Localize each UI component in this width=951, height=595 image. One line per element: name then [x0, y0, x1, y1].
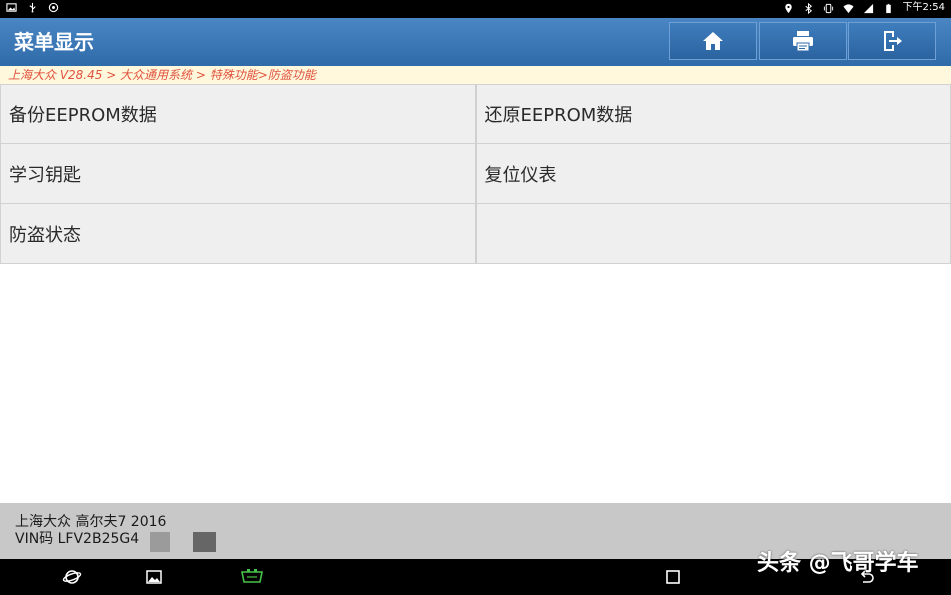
- home-button[interactable]: [669, 22, 757, 60]
- exit-icon: [884, 31, 902, 51]
- vehicle-vin: VIN码 LFV2B25G4: [15, 531, 140, 547]
- vehicle-model: 上海大众 高尔夫7 2016: [15, 514, 167, 530]
- printer-icon: [793, 31, 813, 52]
- watermark: 头条 @飞哥学车: [757, 551, 919, 576]
- wifi-icon: [842, 3, 854, 14]
- print-button[interactable]: [759, 22, 847, 60]
- status-bar: 下午2:54: [0, 0, 951, 18]
- battery-icon: [883, 3, 894, 14]
- usb-icon: [27, 2, 38, 13]
- breadcrumb: 上海大众 V28.45 > 大众通用系统 > 特殊功能>防盗功能: [0, 66, 951, 84]
- browser-button[interactable]: [61, 567, 83, 587]
- vibrate-icon: [823, 3, 834, 14]
- location-icon: [783, 3, 794, 14]
- gallery-button[interactable]: [143, 567, 165, 587]
- menu-row: 备份EEPROM数据 还原EEPROM数据: [0, 84, 951, 144]
- exit-button[interactable]: [848, 22, 936, 60]
- image-icon: [6, 2, 17, 13]
- vci-button[interactable]: [238, 567, 266, 587]
- menu-row: 学习钥匙 复位仪表: [0, 144, 951, 204]
- recent-apps-icon: [666, 570, 680, 584]
- target-icon: [48, 2, 59, 13]
- menu-item-backup-eeprom[interactable]: 备份EEPROM数据: [0, 84, 476, 144]
- menu-item-restore-eeprom[interactable]: 还原EEPROM数据: [475, 84, 951, 144]
- home-icon: [703, 32, 723, 50]
- menu-item-empty: [475, 204, 951, 264]
- vci-icon: [241, 569, 263, 583]
- signal-icon: [863, 3, 874, 14]
- browser-icon: [62, 570, 82, 584]
- redaction-block: [193, 532, 216, 552]
- title-bar: 菜单显示: [0, 18, 951, 66]
- gallery-icon: [146, 570, 162, 584]
- status-time: 下午2:54: [902, 2, 945, 13]
- redaction-block: [150, 532, 170, 552]
- menu-row: 防盗状态: [0, 204, 951, 264]
- menu-grid: 备份EEPROM数据 还原EEPROM数据 学习钥匙 复位仪表 防盗状态: [0, 84, 951, 264]
- menu-item-reset-instrument[interactable]: 复位仪表: [475, 144, 951, 204]
- page-title: 菜单显示: [14, 30, 94, 54]
- bluetooth-icon: [803, 2, 814, 14]
- menu-item-immobilizer-status[interactable]: 防盗状态: [0, 204, 476, 264]
- menu-item-learn-key[interactable]: 学习钥匙: [0, 144, 476, 204]
- recent-apps-button[interactable]: [662, 567, 684, 587]
